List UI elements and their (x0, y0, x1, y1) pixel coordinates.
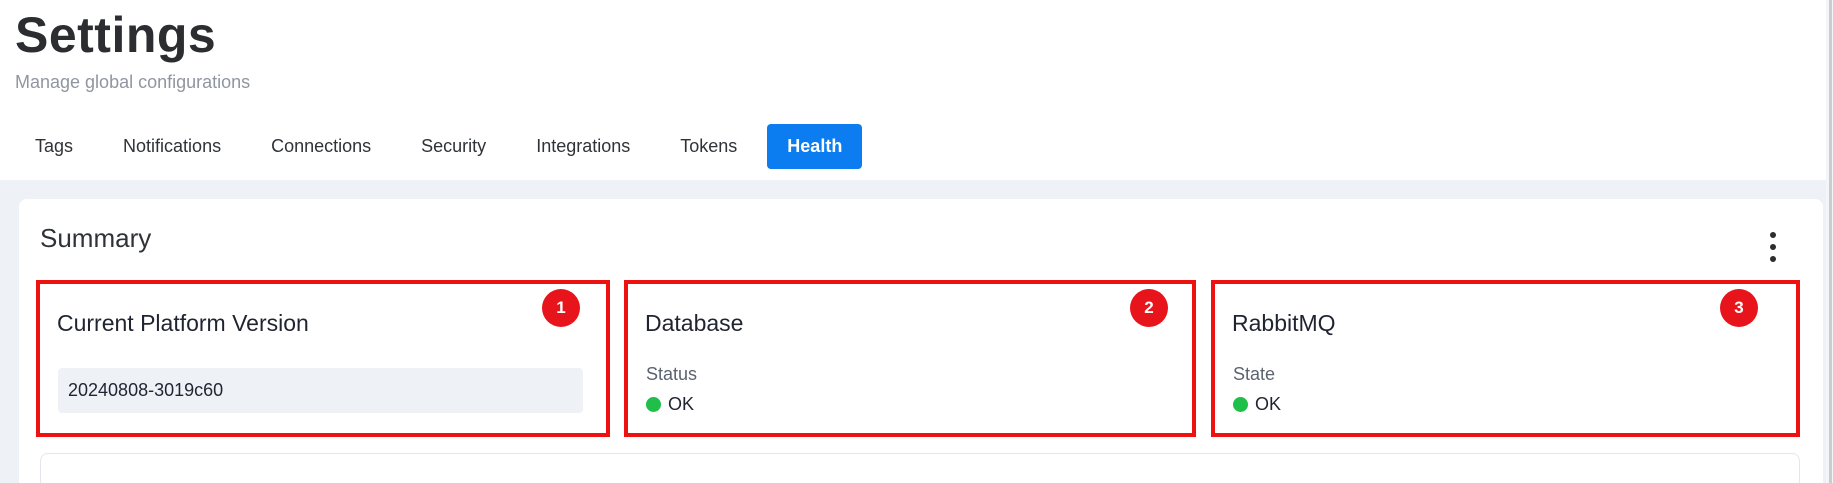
tab-connections[interactable]: Connections (251, 124, 391, 169)
tab-tokens[interactable]: Tokens (660, 124, 757, 169)
callout-badge-3: 3 (1720, 289, 1758, 327)
lower-card (40, 453, 1800, 483)
tab-security[interactable]: Security (401, 124, 506, 169)
tab-notifications[interactable]: Notifications (103, 124, 241, 169)
platform-version-panel: Current Platform Version 1 20240808-3019… (36, 280, 610, 437)
kebab-menu-icon[interactable] (1766, 232, 1780, 262)
summary-title: Summary (40, 223, 152, 253)
platform-version-value: 20240808-3019c60 (58, 368, 583, 413)
database-status-value: OK (668, 394, 695, 414)
scrollbar-thumb[interactable] (1829, 0, 1832, 483)
rabbitmq-state-label: State (1233, 364, 1276, 384)
callout-badge-1: 1 (542, 289, 580, 327)
settings-header: Settings Manage global configurations Ta… (0, 0, 1833, 180)
status-ok-icon (1233, 397, 1248, 412)
database-title: Database (645, 310, 744, 336)
kebab-dot (1770, 232, 1776, 238)
rabbitmq-state: OK (1233, 394, 1281, 415)
tab-health[interactable]: Health (767, 124, 863, 169)
page-subtitle: Manage global configurations (15, 72, 251, 92)
tab-integrations[interactable]: Integrations (516, 124, 650, 169)
page-title: Settings (15, 7, 217, 63)
kebab-dot (1770, 244, 1776, 250)
tab-tags[interactable]: Tags (15, 124, 93, 169)
rabbitmq-state-value: OK (1255, 394, 1282, 414)
database-panel: Database 2 Status OK (624, 280, 1196, 437)
status-ok-icon (646, 397, 661, 412)
rabbitmq-title: RabbitMQ (1232, 310, 1336, 336)
callout-badge-2: 2 (1130, 289, 1168, 327)
settings-tabs: Tags Notifications Connections Security … (15, 124, 872, 169)
database-status-label: Status (646, 364, 698, 384)
platform-version-title: Current Platform Version (57, 310, 309, 336)
kebab-dot (1770, 256, 1776, 262)
database-status: OK (646, 394, 694, 415)
rabbitmq-panel: RabbitMQ 3 State OK (1211, 280, 1800, 437)
